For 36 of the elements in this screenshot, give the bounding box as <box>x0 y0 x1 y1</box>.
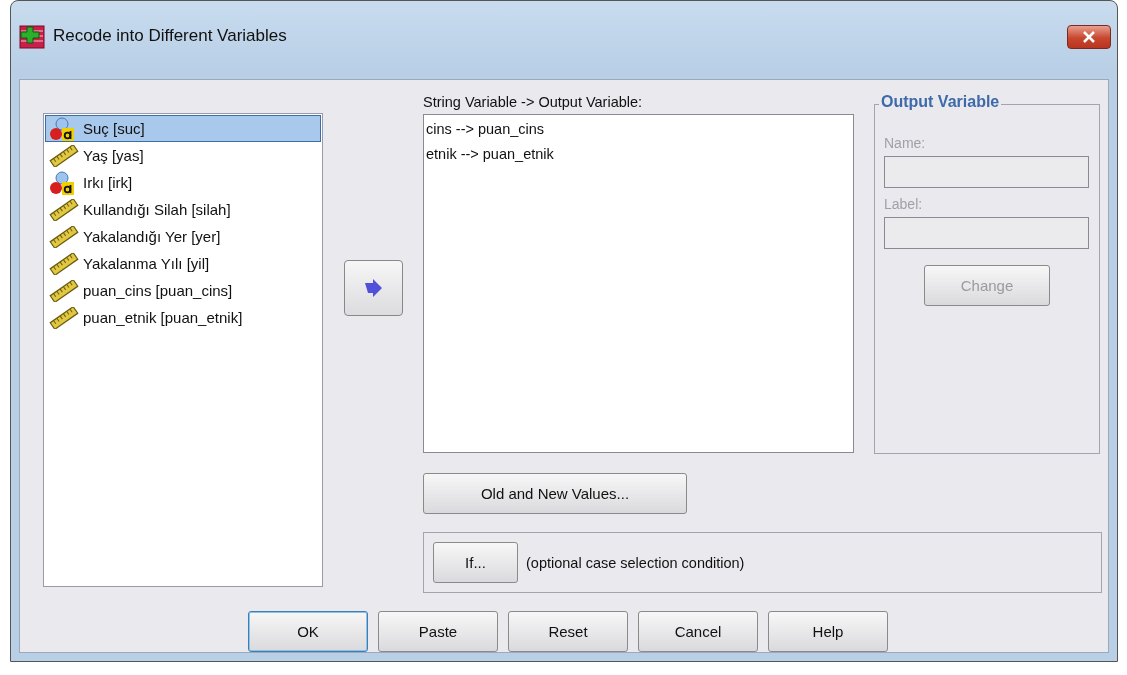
close-button[interactable] <box>1067 25 1111 49</box>
variable-label: Suç [suc] <box>83 120 145 137</box>
name-label: Name: <box>884 135 927 151</box>
group-title: Output Variable <box>879 93 1002 111</box>
move-button[interactable] <box>343 260 403 316</box>
label-label: Label: <box>884 196 924 212</box>
variable-item[interactable]: puan_etnik [puan_etnik] <box>45 304 321 331</box>
if-note: (optional case selection condition) <box>526 554 745 571</box>
variable-item[interactable]: puan_cins [puan_cins] <box>45 277 321 304</box>
variable-item[interactable]: Suç [suc] <box>45 115 321 142</box>
old-and-new-values-button[interactable]: Old and New Values... <box>423 473 687 514</box>
dialog-button[interactable]: Reset <box>508 611 628 652</box>
variable-label: Kullandığı Silah [silah] <box>83 201 231 218</box>
dialog-button[interactable]: Cancel <box>638 611 758 652</box>
list-label: String Variable -> Output Variable: <box>423 94 644 110</box>
mapping-item[interactable]: cins --> puan_cins <box>426 121 851 137</box>
variable-item[interactable]: Yakalandığı Yer [yer] <box>45 223 321 250</box>
dialog-button[interactable]: Help <box>768 611 888 652</box>
close-icon <box>1083 31 1095 43</box>
variable-label: puan_etnik [puan_etnik] <box>83 309 243 326</box>
variable-label: puan_cins [puan_cins] <box>83 282 233 299</box>
if-button[interactable]: If... <box>433 542 518 583</box>
mapping-item[interactable]: etnik --> puan_etnik <box>426 146 851 162</box>
variable-label: Yakalandığı Yer [yer] <box>83 228 221 245</box>
dialog-button[interactable]: OK <box>248 611 368 652</box>
app-icon <box>19 25 45 49</box>
variable-label: Irkı [irk] <box>83 174 133 191</box>
variable-item[interactable]: Kullandığı Silah [silah] <box>45 196 321 223</box>
variable-label: Yakalanma Yılı [yil] <box>83 255 210 272</box>
dialog-button[interactable]: Paste <box>378 611 498 652</box>
arrow-icon <box>363 279 383 297</box>
variable-label: Yaş [yas] <box>83 147 144 164</box>
variable-item[interactable]: Irkı [irk] <box>45 169 321 196</box>
variable-item[interactable]: Yaş [yas] <box>45 142 321 169</box>
window-title: Recode into Different Variables <box>53 26 288 46</box>
variable-item[interactable]: Yakalanma Yılı [yil] <box>45 250 321 277</box>
